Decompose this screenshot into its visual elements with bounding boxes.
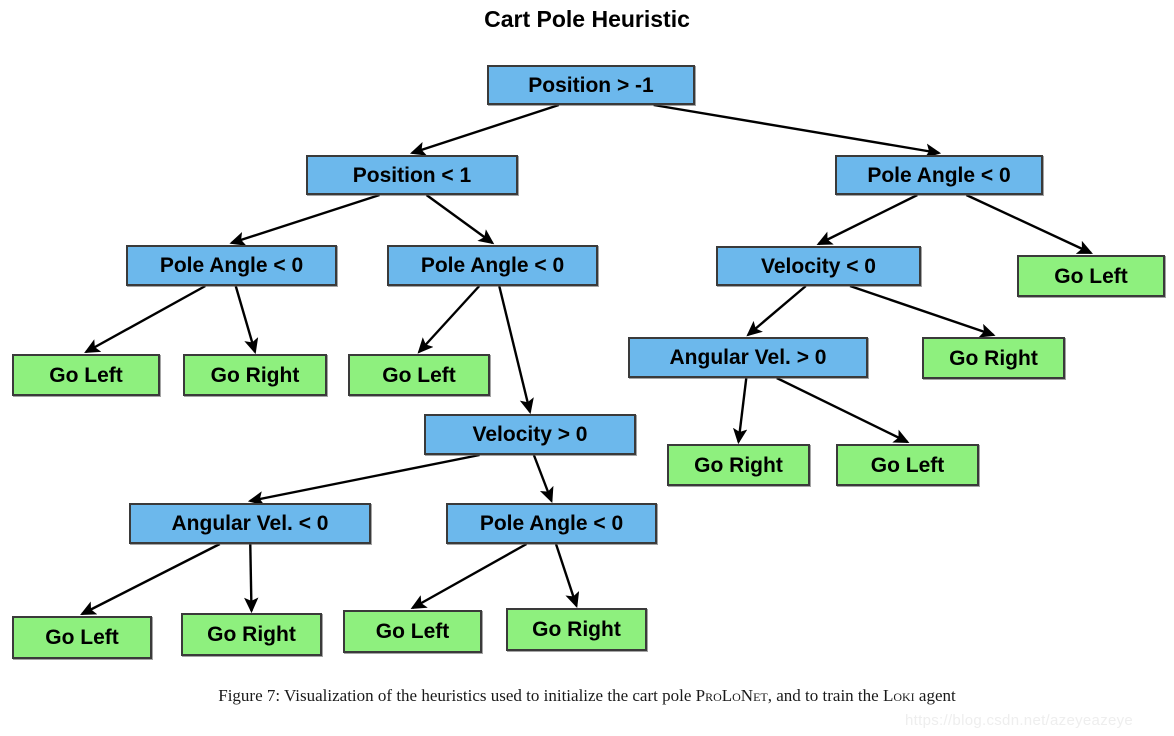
action-node: Go Right xyxy=(181,613,322,656)
tree-edge xyxy=(554,543,580,609)
decision-node: Pole Angle < 0 xyxy=(835,155,1043,195)
node-label: Go Left xyxy=(49,363,123,387)
tree-edge xyxy=(410,542,528,610)
caption-prolonet: ProLoNet xyxy=(695,686,768,705)
tree-edge xyxy=(965,193,1093,255)
node-label: Go Right xyxy=(210,363,300,387)
decision-node: Angular Vel. < 0 xyxy=(129,503,371,544)
node-label: Pole Angle < 0 xyxy=(479,512,624,535)
tree-edge xyxy=(409,103,560,156)
decision-node: Velocity > 0 xyxy=(424,414,636,455)
tree-edge xyxy=(746,285,807,337)
caption-prefix: Figure 7: Visualization of the heuristic… xyxy=(218,686,696,705)
node-label: Angular Vel. < 0 xyxy=(171,512,329,535)
action-node: Go Right xyxy=(183,354,327,396)
watermark-text: https://blog.csdn.net/azeyeazeye xyxy=(905,712,1134,729)
node-label: Position < 1 xyxy=(352,163,472,187)
decision-node: Position < 1 xyxy=(306,155,518,195)
caption-loki: Loki xyxy=(882,686,915,705)
node-label: Pole Angle < 0 xyxy=(159,254,304,277)
action-node: Go Right xyxy=(922,337,1065,379)
tree-edge xyxy=(653,103,942,158)
tree-edge xyxy=(816,193,918,246)
node-label: Go Left xyxy=(870,453,945,477)
node-label: Go Right xyxy=(949,346,1038,370)
tree-edge xyxy=(425,194,495,245)
tree-edge xyxy=(849,284,996,338)
action-node: Go Left xyxy=(348,354,490,396)
decision-node: Pole Angle < 0 xyxy=(446,503,657,544)
action-node: Go Left xyxy=(836,444,979,486)
decision-node: Velocity < 0 xyxy=(716,246,921,286)
node-label: Go Right xyxy=(694,453,783,477)
decision-node: Pole Angle < 0 xyxy=(387,245,598,286)
node-label: Velocity < 0 xyxy=(761,254,876,278)
node-label: Pole Angle < 0 xyxy=(420,254,565,277)
node-label: Pole Angle < 0 xyxy=(867,163,1011,187)
action-node: Go Right xyxy=(506,608,647,651)
tree-edge xyxy=(247,453,480,506)
figure-container: Cart Pole Heuristic Position > -1 Positio… xyxy=(0,0,1174,736)
node-label: Go Left xyxy=(382,363,456,387)
action-node: Go Left xyxy=(1017,255,1165,297)
tree-edge xyxy=(417,285,481,354)
node-label: Velocity > 0 xyxy=(472,423,588,446)
node-label: Go Left xyxy=(45,626,119,649)
node-label: Go Right xyxy=(207,623,296,646)
caption-middle: , and to train the xyxy=(767,686,883,705)
decision-node: Angular Vel. > 0 xyxy=(628,337,868,378)
figure-caption: Figure 7: Visualization of the heuristic… xyxy=(0,686,1174,706)
decision-node: Pole Angle < 0 xyxy=(126,245,337,286)
tree-edge xyxy=(776,376,910,444)
tree-edge xyxy=(498,285,534,415)
tree-edge xyxy=(229,193,380,246)
node-label: Go Right xyxy=(532,618,621,641)
action-node: Go Left xyxy=(12,616,152,659)
tree-edge xyxy=(244,543,259,614)
tree-edge xyxy=(732,377,748,445)
tree-edge xyxy=(84,284,206,354)
node-label: Go Left xyxy=(1054,264,1128,288)
node-label: Angular Vel. > 0 xyxy=(669,346,827,369)
tree-edge xyxy=(80,542,221,616)
action-node: Go Left xyxy=(343,610,482,653)
action-node: Go Left xyxy=(12,354,160,396)
node-label: Position > -1 xyxy=(528,73,654,97)
decision-node: Position > -1 xyxy=(487,65,695,105)
figure-title: Cart Pole Heuristic xyxy=(484,6,690,32)
action-node: Go Right xyxy=(667,444,810,486)
tree-edge xyxy=(234,285,259,355)
node-label: Go Left xyxy=(375,620,450,643)
tree-edge xyxy=(532,454,554,504)
caption-suffix: agent xyxy=(914,686,956,705)
